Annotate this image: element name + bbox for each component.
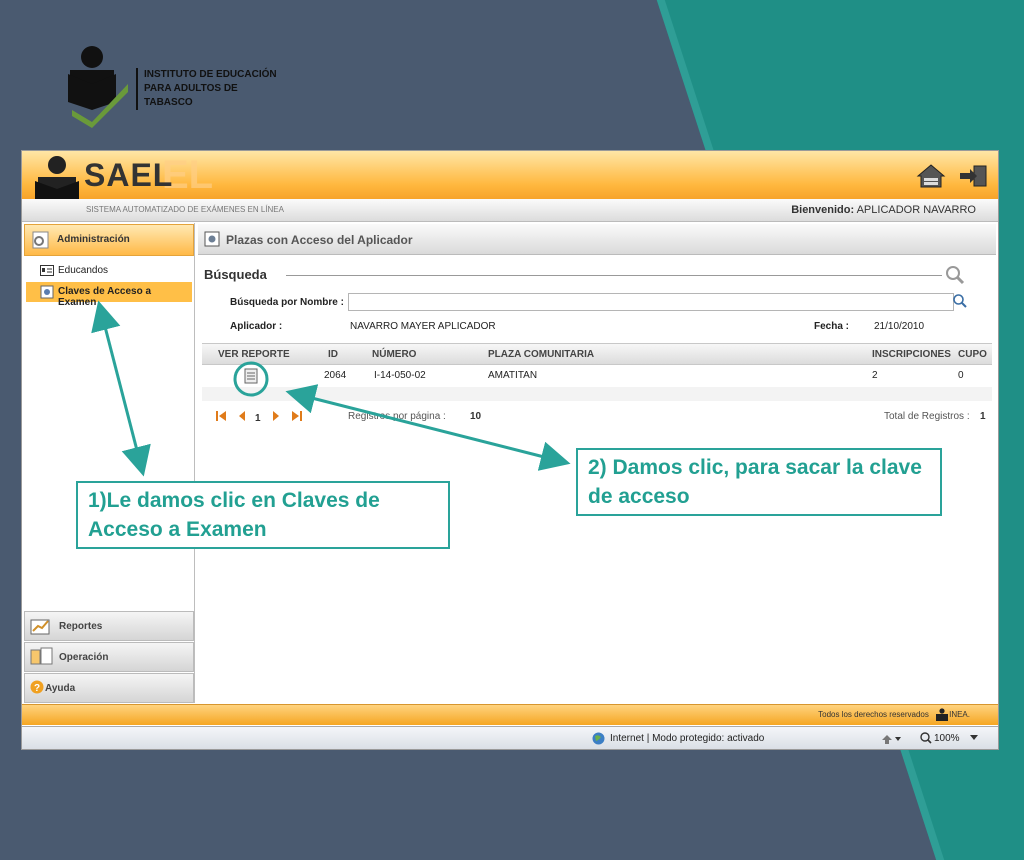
search-input[interactable] (348, 293, 954, 311)
browser-status-bar: Internet | Modo protegido: activado 100% (22, 726, 998, 749)
logout-icon[interactable] (958, 163, 988, 189)
chart-report-icon (30, 619, 50, 635)
pagination-bar: 1 Registros por página : 10 Total de Reg… (214, 409, 994, 425)
search-label: Búsqueda por Nombre : (230, 297, 344, 308)
sidebar-accordion-ayuda[interactable]: ? Ayuda (24, 673, 194, 703)
panel-title: Plazas con Acceso del Aplicador (226, 233, 413, 247)
sidebar-item-label: Claves de Acceso a Examen (58, 286, 152, 308)
institution-logo-icon (68, 46, 128, 128)
per-page-label: Registros por página : (348, 411, 446, 422)
welcome-message: Bienvenido: APLICADOR NAVARRO (791, 204, 976, 216)
institution-line: TABASCO (144, 97, 193, 108)
welcome-user: APLICADOR NAVARRO (856, 204, 976, 216)
administration-icon (32, 231, 49, 249)
accordion-label: Operación (59, 652, 109, 663)
zoom-icon[interactable] (920, 732, 932, 744)
per-page-value[interactable]: 10 (470, 411, 481, 422)
app-subtitle: SISTEMA AUTOMATIZADO DE EXÁMENES EN LÍNE… (86, 205, 284, 214)
sidebar-section-label: Administración (57, 234, 130, 245)
sidebar-accordion-operacion[interactable]: Operación (24, 642, 194, 672)
welcome-label: Bienvenido: (791, 204, 855, 216)
institution-line: PARA ADULTOS DE (144, 83, 238, 94)
panel-title-bar: Plazas con Acceso del Aplicador (198, 224, 996, 255)
footer-rights: Todos los derechos reservados (818, 710, 929, 719)
sidebar-item-claves-acceso[interactable]: Claves de Acceso a Examen (26, 282, 192, 308)
svg-text:?: ? (34, 683, 40, 694)
app-footer: Todos los derechos reservados INEA. (22, 704, 998, 725)
aplicador-label: Aplicador : (230, 321, 283, 332)
last-page-icon[interactable] (292, 411, 302, 421)
current-page: 1 (255, 413, 261, 424)
app-title: SAEL (84, 157, 174, 193)
sidebar-item-educandos[interactable]: Educandos (26, 261, 192, 281)
cell-id: 2064 (324, 370, 347, 381)
home-icon[interactable] (916, 163, 946, 189)
institution-line: INSTITUTO DE EDUCACIÓN (144, 69, 277, 80)
cell-numero: I-14-050-02 (374, 370, 426, 381)
search-divider (286, 275, 942, 276)
security-zone: Internet | Modo protegido: activado (610, 733, 765, 744)
sidebar-item-label: Educandos (58, 265, 109, 276)
id-card-icon (40, 265, 54, 276)
previous-page-icon[interactable] (238, 411, 246, 421)
institution-name: INSTITUTO DE EDUCACIÓN PARA ADULTOS DE T… (136, 68, 294, 110)
inea-logo-icon (936, 708, 948, 721)
accordion-label: Reportes (59, 621, 103, 632)
cell-cupo: 0 (958, 370, 964, 381)
view-report-icon[interactable] (244, 368, 258, 384)
next-page-icon[interactable] (272, 411, 280, 421)
column-header[interactable]: VER REPORTE (218, 349, 290, 360)
column-header[interactable]: PLAZA COMUNITARIA (488, 349, 594, 360)
sidebar: Administración Educandos Claves de Acces… (22, 223, 195, 703)
total-label: Total de Registros : (884, 411, 970, 422)
first-page-icon[interactable] (216, 411, 226, 421)
column-header[interactable]: NÚMERO (372, 349, 416, 360)
document-icon (204, 231, 220, 247)
table-header: VER REPORTE ID NÚMERO PLAZA COMUNITARIA … (202, 343, 992, 365)
sidebar-accordion-reportes[interactable]: Reportes (24, 611, 194, 641)
operation-icon (30, 647, 53, 665)
table-empty-row (202, 387, 992, 401)
globe-icon (592, 732, 605, 745)
protected-mode-icon[interactable] (880, 732, 902, 745)
callout-step-2: 2) Damos clic, para sacar la clave de ac… (576, 448, 942, 516)
chevron-down-icon[interactable] (970, 735, 978, 741)
sidebar-section-administracion[interactable]: Administración (24, 224, 194, 256)
app-header: EL SAEL (22, 151, 998, 213)
footer-brand: INEA. (949, 710, 970, 719)
search-icon[interactable] (952, 293, 968, 309)
total-value: 1 (980, 411, 986, 422)
accordion-label: Ayuda (45, 683, 76, 694)
zoom-level[interactable]: 100% (934, 733, 960, 744)
search-panel-icon[interactable] (944, 265, 966, 285)
fecha-label: Fecha : (814, 321, 850, 332)
search-heading: Búsqueda (204, 267, 267, 282)
key-access-icon (40, 285, 54, 299)
column-header[interactable]: CUPO (958, 349, 987, 360)
help-icon: ? (30, 680, 44, 694)
table-row: 2064 I-14-050-02 AMATITAN 2 0 (202, 365, 992, 387)
cell-inscripciones: 2 (872, 370, 878, 381)
column-header[interactable]: ID (328, 349, 338, 360)
fecha-value: 21/10/2010 (874, 321, 925, 332)
app-subheader: SISTEMA AUTOMATIZADO DE EXÁMENES EN LÍNE… (22, 199, 998, 222)
aplicador-value: NAVARRO MAYER APLICADOR (350, 321, 496, 332)
callout-step-1: 1)Le damos clic en Claves de Acceso a Ex… (76, 481, 450, 549)
column-header[interactable]: INSCRIPCIONES (872, 349, 951, 360)
cell-plaza: AMATITAN (488, 370, 538, 381)
